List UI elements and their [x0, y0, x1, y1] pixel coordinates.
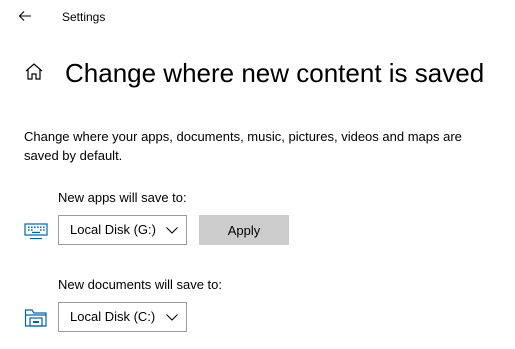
apps-drive-dropdown[interactable]: Local Disk (G:)	[58, 215, 187, 245]
documents-save-label: New documents will save to:	[58, 277, 223, 292]
back-arrow-icon	[18, 11, 31, 21]
documents-drive-dropdown[interactable]: Local Disk (C:)	[58, 302, 187, 332]
window-title: Settings	[62, 10, 106, 24]
folder-icon	[24, 305, 48, 329]
apps-drive-selected: Local Disk (G:)	[70, 222, 156, 237]
description-text: Change where your apps, documents, music…	[24, 129, 462, 163]
page-title: Change where new content is saved	[65, 58, 485, 88]
documents-drive-selected: Local Disk (C:)	[70, 309, 156, 324]
apply-button[interactable]: Apply	[199, 215, 289, 245]
chevron-down-icon	[166, 227, 178, 234]
apps-save-label: New apps will save to:	[58, 190, 187, 205]
keyboard-icon	[24, 219, 48, 243]
settings-page: Settings Change where new content is sav…	[0, 0, 515, 349]
back-button[interactable]	[10, 3, 40, 29]
chevron-down-icon	[166, 314, 178, 321]
title-bar: Settings	[0, 0, 515, 34]
home-icon[interactable]	[22, 60, 46, 84]
